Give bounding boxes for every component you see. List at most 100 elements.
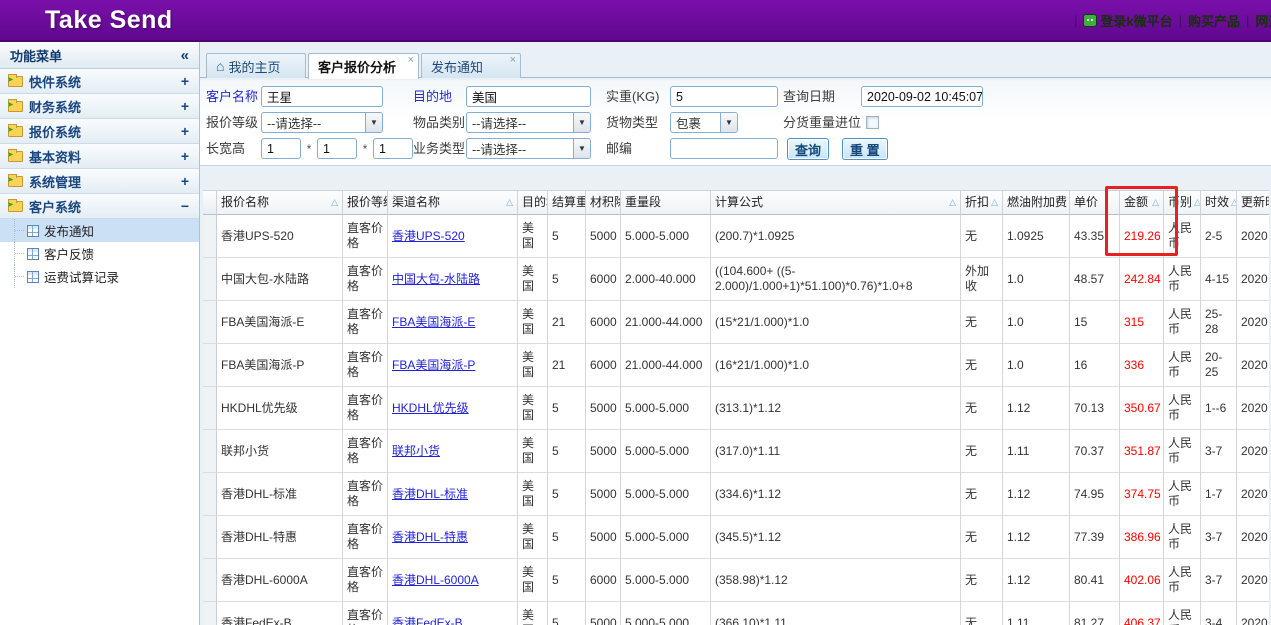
quote-level-select[interactable]: --请选择--▼ — [261, 112, 383, 133]
cell-volume-divisor: 6000 — [586, 258, 621, 301]
label-actual-weight: 实重(KG) — [606, 86, 659, 108]
tab-publish-notice[interactable]: 发布通知× — [421, 53, 521, 78]
col-header-formula[interactable]: 计算公式△ — [711, 190, 961, 215]
col-header-transit-time[interactable]: 时效△ — [1201, 190, 1237, 215]
col-header-label: 材积除数 — [590, 195, 621, 210]
cell-settle-weight: 21 — [548, 301, 586, 344]
col-header-channel-name[interactable]: 渠道名称△ — [388, 190, 518, 215]
cell-weight-range: 21.000-44.000 — [621, 344, 711, 387]
sidebar-collapse-icon[interactable]: « — [181, 47, 189, 64]
customer-name-input[interactable]: 王星 — [261, 86, 383, 107]
col-header-label: 报价等级 — [347, 195, 388, 210]
postcode-input[interactable] — [670, 138, 778, 159]
dimension-input-3[interactable]: 1 — [373, 138, 413, 159]
sidebar-item-publish-notice[interactable]: 发布通知 — [0, 219, 199, 242]
cargo-type-select[interactable]: 包裹▼ — [670, 112, 738, 133]
topnav-link-login-kwei[interactable]: 登录k微平台 — [1083, 11, 1172, 30]
cell-update-time: 2020 — [1237, 387, 1269, 430]
cell-volume-divisor: 6000 — [586, 559, 621, 602]
nav-separator: | — [1074, 13, 1077, 28]
cell-unit-price: 16 — [1070, 344, 1120, 387]
sidebar-group-customer-system[interactable]: 客户系统− — [0, 194, 199, 219]
item-category-select[interactable]: --请选择--▼ — [466, 112, 591, 133]
cell-weight-range: 5.000-5.000 — [621, 602, 711, 625]
sort-icon: △ — [1152, 197, 1159, 208]
channel-link[interactable]: 香港DHL-标准 — [392, 487, 468, 502]
multiply-separator: * — [361, 142, 369, 156]
cell-formula: (334.6)*1.12 — [711, 473, 961, 516]
cell-unit-price: 77.39 — [1070, 516, 1120, 559]
query-date-input[interactable]: 2020-09-02 10:45:07 — [861, 86, 983, 107]
split-weight-carry-checkbox[interactable] — [866, 116, 879, 129]
tab-close-icon[interactable]: × — [408, 55, 414, 66]
cell-unit-price: 70.13 — [1070, 387, 1120, 430]
cell-update-time: 2020 — [1237, 430, 1269, 473]
tab-home-page[interactable]: ⌂我的主页 — [206, 53, 306, 78]
cell-update-time: 2020 — [1237, 602, 1269, 625]
col-header-row-header — [203, 190, 217, 215]
channel-link[interactable]: 联邦小货 — [392, 444, 440, 459]
cell-quote-name: FBA美国海派-E — [217, 301, 343, 344]
cell-quote-level: 直客价格 — [343, 430, 388, 473]
cell-currency: 人民币 — [1164, 301, 1201, 344]
business-type-select[interactable]: --请选择--▼ — [466, 138, 591, 159]
tree-line — [14, 219, 27, 242]
sidebar-group-basic-data[interactable]: 基本资料+ — [0, 144, 199, 169]
cell-quote-level: 直客价格 — [343, 473, 388, 516]
channel-link[interactable]: 中国大包-水陆路 — [392, 272, 480, 287]
channel-link[interactable]: FBA美国海派-P — [392, 358, 475, 373]
cell-quote-name: HKDHL优先级 — [217, 387, 343, 430]
cell-formula: (345.5)*1.12 — [711, 516, 961, 559]
channel-link[interactable]: 香港UPS-520 — [392, 229, 465, 244]
sidebar-group-system-management[interactable]: 系统管理+ — [0, 169, 199, 194]
cell-weight-range: 5.000-5.000 — [621, 430, 711, 473]
sort-icon: △ — [991, 197, 998, 208]
topnav-link-buy-product[interactable]: 购买产品 — [1188, 11, 1240, 30]
sidebar-group-express-system[interactable]: 快件系统+ — [0, 69, 199, 94]
col-header-destination: 目的地 — [518, 190, 548, 215]
expand-state-icon: + — [181, 98, 189, 114]
dimension-input-2[interactable]: 1 — [317, 138, 357, 159]
cell-currency: 人民币 — [1164, 602, 1201, 625]
tab-customer-quote-analysis[interactable]: 客户报价分析× — [308, 53, 419, 79]
dimension-input-1[interactable]: 1 — [261, 138, 301, 159]
reset-button[interactable]: 重 置 — [842, 138, 888, 160]
search-button[interactable]: 查询 — [787, 138, 829, 160]
cell-discount: 无 — [961, 516, 1003, 559]
sort-icon: △ — [331, 197, 338, 208]
cell-unit-price: 70.37 — [1070, 430, 1120, 473]
topnav-link-net-speed[interactable]: 网速测 — [1255, 11, 1271, 30]
channel-link[interactable]: FBA美国海派-E — [392, 315, 475, 330]
actual-weight-input[interactable]: 5 — [670, 86, 778, 107]
cell-settle-weight: 21 — [548, 344, 586, 387]
cell-settle-weight: 5 — [548, 215, 586, 258]
cell-volume-divisor: 5000 — [586, 473, 621, 516]
sidebar-item-customer-feedback[interactable]: 客户反馈 — [0, 242, 199, 265]
cell-currency: 人民币 — [1164, 430, 1201, 473]
cell-fuel-surcharge: 1.0 — [1003, 344, 1070, 387]
col-header-quote-name[interactable]: 报价名称△ — [217, 190, 343, 215]
channel-link[interactable]: 香港DHL-6000A — [392, 573, 479, 588]
channel-link[interactable]: 香港FedEx-B — [392, 616, 463, 625]
app-header: Take Send |登录k微平台|购买产品|网速测 — [0, 0, 1271, 42]
cell-discount: 无 — [961, 430, 1003, 473]
table-row: 香港DHL-6000A直客价格香港DHL-6000A美国560005.000-5… — [203, 559, 1269, 602]
col-header-currency[interactable]: 币别△ — [1164, 190, 1201, 215]
tab-close-icon[interactable]: × — [510, 55, 516, 66]
cell-quote-name: 联邦小货 — [217, 430, 343, 473]
sidebar-group-label: 基本资料 — [29, 147, 181, 166]
table-row: 香港FedEx-B直客价格香港FedEx-B美国550005.000-5.000… — [203, 602, 1269, 625]
col-header-discount[interactable]: 折扣△ — [961, 190, 1003, 215]
destination-input[interactable]: 美国 — [466, 86, 591, 107]
cell-volume-divisor: 5000 — [586, 215, 621, 258]
sidebar-group-quote-system[interactable]: 报价系统+ — [0, 119, 199, 144]
sidebar-item-freight-trial-records[interactable]: 运费试算记录 — [0, 265, 199, 288]
sidebar-group-finance-system[interactable]: 财务系统+ — [0, 94, 199, 119]
cell-channel-name: 香港DHL-6000A — [388, 559, 518, 602]
cell-destination: 美国 — [518, 473, 548, 516]
col-header-label: 目的地 — [522, 195, 548, 210]
channel-link[interactable]: HKDHL优先级 — [392, 401, 469, 416]
col-header-amount[interactable]: 金额△ — [1120, 190, 1164, 215]
channel-link[interactable]: 香港DHL-特惠 — [392, 530, 468, 545]
amount-value: 374.75 — [1124, 487, 1161, 502]
